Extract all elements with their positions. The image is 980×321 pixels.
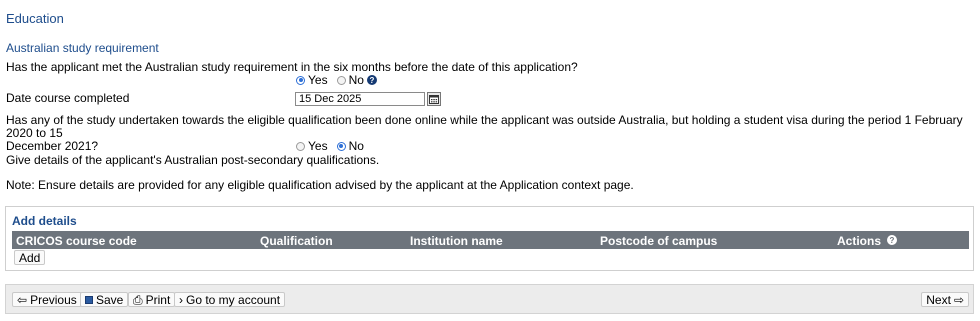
- help-icon[interactable]: ?: [366, 75, 377, 85]
- date-completed-input[interactable]: [295, 92, 425, 106]
- online-study-question-line1: Has any of the study undertaken towards …: [6, 113, 963, 140]
- online-study-no-radio[interactable]: [336, 141, 346, 151]
- column-qualification: Qualification: [260, 234, 333, 248]
- save-icon: [85, 295, 93, 304]
- date-completed-label: Date course completed: [6, 91, 130, 105]
- column-postcode: Postcode of campus: [600, 234, 718, 248]
- column-institution: Institution name: [410, 234, 503, 248]
- online-study-radio-group: Yes No: [296, 139, 364, 153]
- online-study-no-label[interactable]: No: [349, 139, 364, 153]
- chevron-right-icon: ›: [179, 292, 183, 307]
- navigation-bar: ⇦ Previous Save ⎙ Print › Go to my account …: [5, 284, 974, 314]
- add-details-title: Add details: [12, 214, 77, 228]
- previous-button[interactable]: ⇦ Previous: [12, 292, 82, 307]
- qualifications-table-header: CRICOS course code Qualification Institu…: [12, 231, 969, 249]
- go-to-account-button[interactable]: › Go to my account: [174, 292, 286, 307]
- next-label: Next: [926, 292, 951, 307]
- column-actions: Actions: [837, 234, 882, 248]
- save-button[interactable]: Save: [80, 292, 129, 307]
- page-title: Education: [6, 11, 64, 26]
- online-study-yes-label[interactable]: Yes: [308, 139, 328, 153]
- account-label: Go to my account: [186, 292, 281, 307]
- print-label: Print: [145, 292, 171, 307]
- print-icon: ⎙: [133, 292, 143, 307]
- add-button[interactable]: Add: [14, 250, 46, 265]
- add-details-panel: Add details CRICOS course code Qualifica…: [5, 206, 974, 271]
- online-study-question-line2: December 2021?: [6, 139, 99, 153]
- arrow-left-icon: ⇦: [17, 292, 28, 307]
- calendar-icon[interactable]: [427, 92, 441, 106]
- save-label: Save: [96, 292, 124, 307]
- note-text: Note: Ensure details are provided for an…: [6, 178, 634, 192]
- print-button[interactable]: ⎙ Print: [128, 292, 176, 307]
- column-cricos: CRICOS course code: [16, 234, 137, 248]
- actions-help-icon[interactable]: ?: [887, 235, 897, 245]
- study-requirement-radio-group: Yes No ?: [296, 73, 377, 87]
- previous-label: Previous: [30, 292, 77, 307]
- study-requirement-yes-radio[interactable]: [296, 75, 305, 85]
- online-study-question: Has any of the study undertaken towards …: [6, 114, 976, 153]
- study-requirement-heading: Australian study requirement: [6, 41, 159, 55]
- details-prompt: Give details of the applicant's Australi…: [6, 153, 380, 167]
- next-button[interactable]: Next ⇨: [921, 292, 969, 307]
- study-requirement-question: Has the applicant met the Australian stu…: [6, 60, 578, 74]
- online-study-yes-radio[interactable]: [296, 141, 305, 151]
- arrow-right-icon: ⇨: [953, 292, 964, 307]
- study-requirement-no-label[interactable]: No: [349, 73, 364, 87]
- study-requirement-yes-label[interactable]: Yes: [308, 73, 328, 87]
- study-requirement-no-radio[interactable]: [336, 75, 346, 85]
